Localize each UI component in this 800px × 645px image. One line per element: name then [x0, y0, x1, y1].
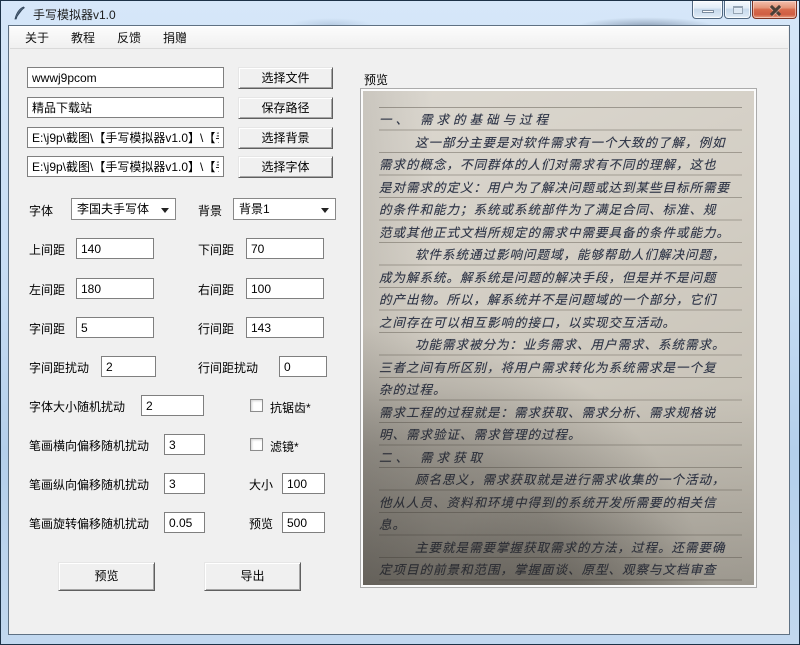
handwriting-line: 成为解系统。解系统是问题的解决手段，但是并不是问题 [379, 269, 717, 285]
choose-file-button[interactable]: 选择文件 [238, 67, 333, 89]
export-button[interactable]: 导出 [204, 562, 301, 591]
save-path-input[interactable] [27, 97, 224, 118]
choose-font-button[interactable]: 选择字体 [238, 156, 333, 178]
handwriting-line: 三者之间有所区别，将用户需求转化为系统需求是一个复 [379, 359, 717, 375]
top-margin-input[interactable] [76, 238, 154, 259]
font-path-input[interactable] [27, 156, 224, 177]
stroke-horizontal-jitter-label: 笔画横向偏移随机扰动 [29, 439, 150, 453]
char-spacing-label: 字间距 [29, 322, 66, 336]
char-spacing-jitter-label: 字间距扰动 [29, 361, 90, 375]
handwriting-line: 一、 需求的基础与过程 [379, 112, 552, 127]
font-combobox[interactable]: 李国夫手写体 [71, 198, 176, 220]
stroke-horizontal-jitter-input[interactable] [164, 434, 205, 455]
preview-button[interactable]: 预览 [58, 562, 155, 591]
handwriting-line: 顾名思义，需求获取就是进行需求收集的一个活动， [415, 472, 726, 487]
font-label: 字体 [29, 204, 54, 218]
handwriting-line: 杂的过程。 [379, 382, 447, 397]
preview-size-input[interactable] [282, 512, 325, 533]
filter-label: 滤镜* [270, 440, 299, 454]
preview-frame: 一、 需求的基础与过程 这一部分主要是对软件需求有一个大致的了解，例如 需求的概… [360, 88, 757, 588]
preview-size-label: 预览 [249, 517, 274, 531]
line-spacing-input[interactable] [246, 317, 324, 338]
line-spacing-jitter-input[interactable] [279, 356, 327, 377]
bottom-margin-label: 下间距 [198, 243, 235, 257]
stroke-rotation-jitter-label: 笔画旋转偏移随机扰动 [29, 517, 150, 531]
handwriting-line: 的条件和能力；系统或系统部件为了满足合同、标准、规 [379, 202, 717, 217]
char-spacing-jitter-input[interactable] [101, 356, 156, 377]
stroke-vertical-jitter-input[interactable] [164, 473, 205, 494]
line-spacing-jitter-label: 行间距扰动 [198, 361, 259, 375]
handwriting-line: 息。 [379, 517, 407, 532]
size-label: 大小 [249, 478, 274, 492]
app-window: 手写模拟器v1.0 关于 教程 反馈 捐赠 选择文件 保存路径 选择背景 选择字… [0, 0, 800, 645]
font-size-jitter-input[interactable] [141, 395, 204, 416]
chevron-down-icon [161, 208, 169, 213]
handwriting-line: 他从人员、资料和环境中得到的系统开发所需要的相关信 [379, 494, 717, 510]
handwriting-line: 的产出物。所以，解系统并不是问题域的一个部分，它们 [379, 292, 717, 307]
char-spacing-input[interactable] [76, 317, 154, 338]
preview-panel-label: 预览 [364, 73, 389, 87]
handwriting-line: 范或其他正式文档所规定的需求中需要具备的条件或能力。 [379, 224, 731, 240]
size-input[interactable] [282, 473, 325, 494]
line-spacing-label: 行间距 [198, 322, 235, 336]
handwriting-preview-image: 一、 需求的基础与过程 这一部分主要是对软件需求有一个大致的了解，例如 需求的概… [363, 91, 754, 585]
handwriting-line: 这一部分主要是对软件需求有一个大致的了解，例如 [415, 134, 726, 150]
right-margin-input[interactable] [246, 278, 324, 299]
handwriting-line: 二、 需求获取 [379, 449, 486, 465]
handwriting-text: 一、 需求的基础与过程 这一部分主要是对软件需求有一个大致的了解，例如 需求的概… [379, 107, 742, 585]
handwriting-line: 之间存在可以相互影响的接口，以实现交互活动。 [379, 314, 677, 330]
save-path-button[interactable]: 保存路径 [238, 97, 333, 119]
top-margin-label: 上间距 [29, 243, 66, 257]
background-path-input[interactable] [27, 127, 224, 148]
handwriting-line: 主要就是需要掌握获取需求的方法，过程。还需要确 [415, 539, 726, 555]
stroke-vertical-jitter-label: 笔画纵向偏移随机扰动 [29, 478, 150, 492]
right-margin-label: 右间距 [198, 283, 235, 297]
filter-checkbox[interactable] [250, 438, 263, 451]
stroke-rotation-jitter-input[interactable] [164, 512, 205, 533]
left-margin-input[interactable] [76, 278, 154, 299]
main-content: 选择文件 保存路径 选择背景 选择字体 字体 李国夫手写体 背景 背景1 上间距… [1, 1, 799, 644]
choose-background-button[interactable]: 选择背景 [238, 127, 333, 149]
chevron-down-icon [321, 208, 329, 213]
antialias-checkbox[interactable] [250, 399, 263, 412]
font-combobox-value: 李国夫手写体 [77, 202, 150, 216]
handwriting-line: 需求的概念，不同群体的人们对需求有不同的理解，这也 [379, 157, 717, 172]
left-margin-label: 左间距 [29, 283, 66, 297]
handwriting-line: 需求工程的过程就是：需求获取、需求分析、需求规格说 [379, 404, 717, 420]
background-label: 背景 [198, 204, 223, 218]
source-file-input[interactable] [27, 67, 224, 88]
antialias-label: 抗锯齿* [270, 401, 311, 415]
handwriting-line: 软件系统通过影响问题域，能够帮助人们解决问题， [415, 247, 726, 262]
bottom-margin-input[interactable] [246, 238, 324, 259]
font-size-jitter-label: 字体大小随机扰动 [29, 400, 126, 414]
background-combobox[interactable]: 背景1 [233, 198, 336, 220]
handwriting-line: 明、需求验证、需求管理的过程。 [379, 427, 582, 442]
handwriting-line: 是对需求的定义：用户为了解决问题或达到某些目标所需要 [379, 179, 731, 195]
handwriting-line: 功能需求被分为：业务需求、用户需求、系统需求。 [415, 337, 726, 352]
background-combobox-value: 背景1 [239, 202, 270, 216]
handwriting-line: 定项目的前景和范围，掌握面谈、原型、观察与文档审查 [379, 562, 717, 577]
